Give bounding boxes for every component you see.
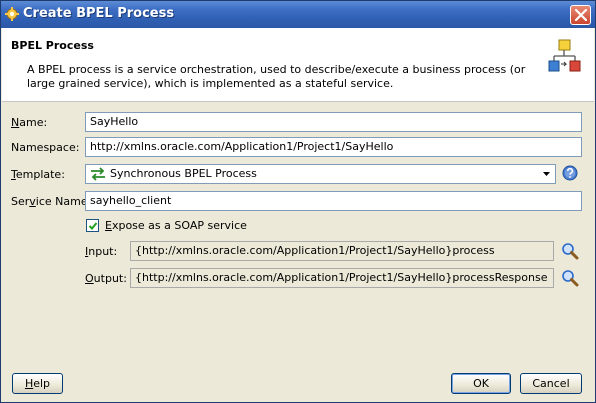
cancel-button[interactable]: Cancel xyxy=(520,373,582,394)
input-search-icon[interactable] xyxy=(561,242,579,260)
title-bar[interactable]: Create BPEL Process xyxy=(1,1,595,28)
create-bpel-process-dialog: Create BPEL Process BPEL Process A BPEL … xyxy=(0,0,596,403)
namespace-label: Namespace: xyxy=(11,141,80,154)
ok-button[interactable]: OK xyxy=(451,373,511,394)
window-title: Create BPEL Process xyxy=(23,6,175,21)
header-panel: BPEL Process A BPEL process is a service… xyxy=(2,28,594,102)
expose-soap-checkbox[interactable] xyxy=(86,219,99,232)
output-search-icon[interactable] xyxy=(561,269,579,287)
output-field: {http://xmlns.oracle.com/Application1/Pr… xyxy=(130,268,554,288)
synchronous-process-icon xyxy=(90,167,106,184)
input-label: Input: xyxy=(85,245,118,258)
service-name-label: Service Name: xyxy=(11,195,92,208)
output-label: Output: xyxy=(85,272,127,285)
close-button[interactable] xyxy=(570,5,591,25)
header-description: A BPEL process is a service orchestratio… xyxy=(27,63,526,90)
name-field[interactable]: SayHello xyxy=(85,112,582,132)
help-button[interactable]: Help xyxy=(12,373,63,394)
checkmark-icon xyxy=(88,222,98,230)
template-select[interactable]: Synchronous BPEL Process xyxy=(85,164,556,184)
name-label: Name: xyxy=(11,116,48,129)
header-title: BPEL Process xyxy=(11,39,94,52)
service-name-field[interactable]: sayhello_client xyxy=(85,191,582,211)
namespace-field[interactable]: http://xmlns.oracle.com/Application1/Pro… xyxy=(85,137,582,157)
bpel-gear-icon xyxy=(5,7,19,21)
template-label: Template: xyxy=(11,168,65,181)
help-icon[interactable] xyxy=(562,165,578,181)
bpel-process-diagram-icon xyxy=(547,39,583,78)
expose-soap-label[interactable]: Expose as a SOAP service xyxy=(105,219,247,232)
template-value: Synchronous BPEL Process xyxy=(110,167,257,180)
chevron-down-icon[interactable] xyxy=(539,166,554,182)
close-icon xyxy=(575,9,587,21)
input-field: {http://xmlns.oracle.com/Application1/Pr… xyxy=(130,241,554,261)
